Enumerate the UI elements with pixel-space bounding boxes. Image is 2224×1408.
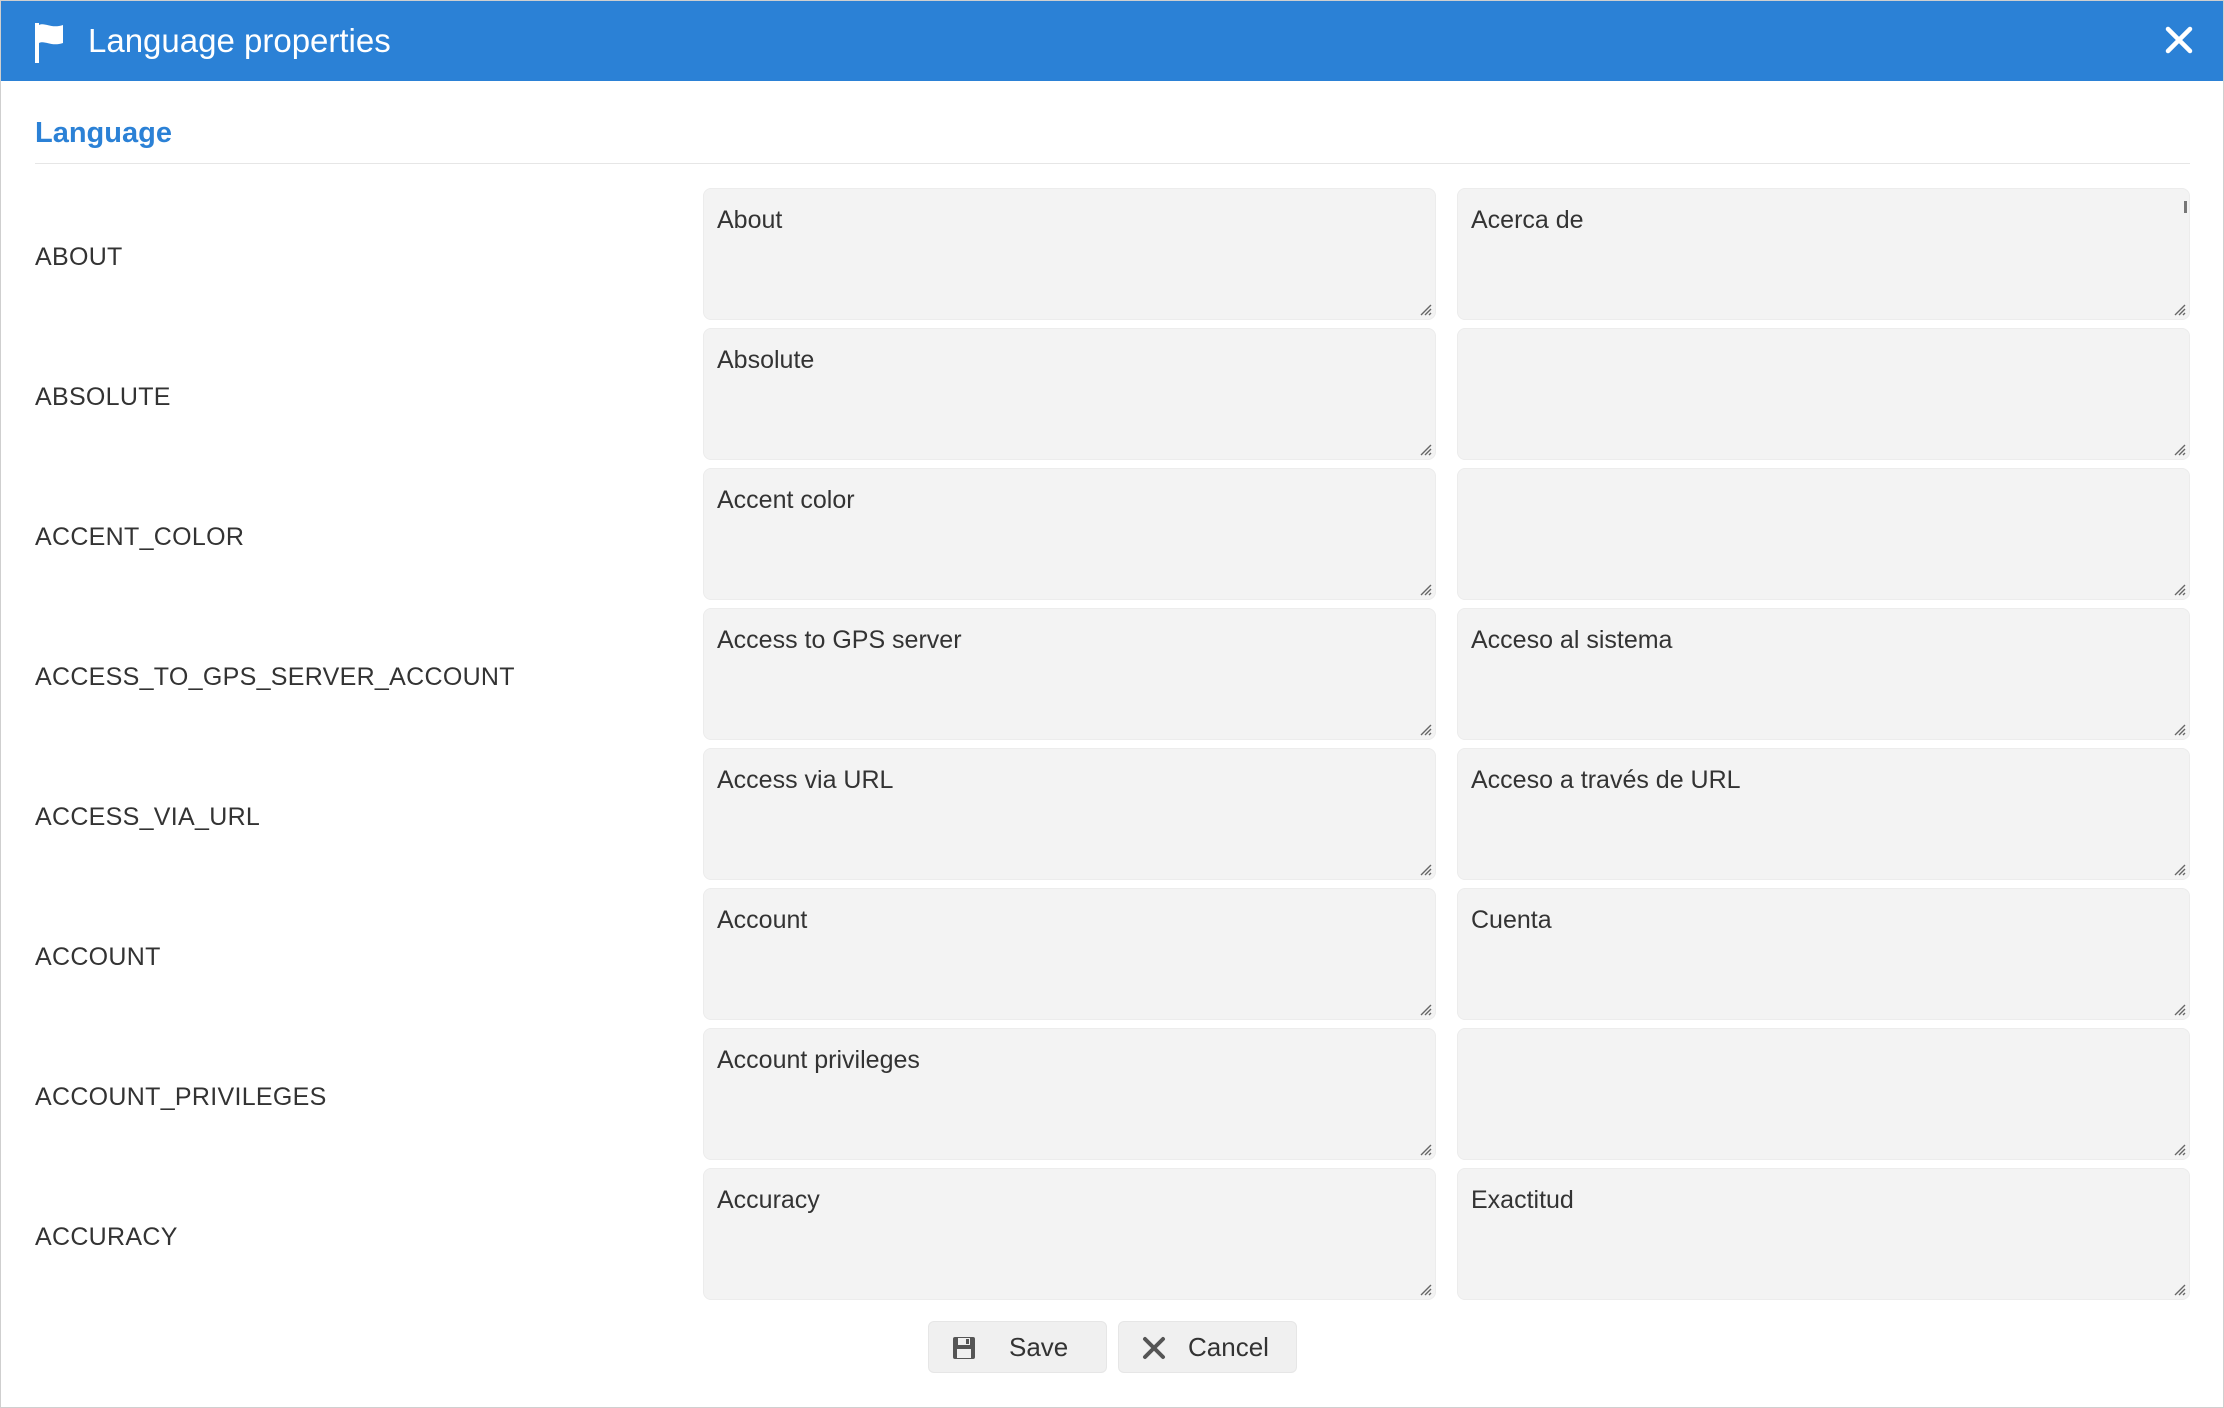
- translation-row: ACCENT_COLOR Accent color: [1, 468, 2223, 608]
- translation-row: ACCOUNT Account Cuenta: [1, 888, 2223, 1028]
- spanish-text-field[interactable]: Exactitud: [1457, 1168, 2190, 1300]
- english-text-field[interactable]: Access via URL: [703, 748, 1436, 880]
- field-value: Acceso a través de URL: [1471, 766, 1741, 794]
- row-key-label: ACCURACY: [35, 1223, 178, 1251]
- scrollbar-indicator[interactable]: [2184, 201, 2187, 213]
- floppy-disk-icon: [953, 1337, 975, 1359]
- field-value: About: [717, 206, 783, 234]
- save-button[interactable]: Save: [928, 1321, 1107, 1373]
- resize-grip-icon[interactable]: [1418, 1282, 1432, 1296]
- cancel-button[interactable]: Cancel: [1118, 1321, 1297, 1373]
- resize-grip-icon[interactable]: [2172, 442, 2186, 456]
- field-value: Exactitud: [1471, 1186, 1574, 1214]
- resize-grip-icon[interactable]: [1418, 1142, 1432, 1156]
- translation-row: ACCOUNT_PRIVILEGES Account privileges: [1, 1028, 2223, 1168]
- resize-grip-icon[interactable]: [2172, 1282, 2186, 1296]
- field-value: Absolute: [717, 346, 815, 374]
- field-value: Cuenta: [1471, 906, 1552, 934]
- row-key-label: ACCESS_VIA_URL: [35, 803, 261, 831]
- row-key-label: ACCOUNT_PRIVILEGES: [35, 1083, 327, 1111]
- language-properties-dialog: Language properties Language ABOUT About A…: [0, 0, 2224, 1408]
- resize-grip-icon[interactable]: [1418, 582, 1432, 596]
- field-value: Access via URL: [717, 766, 894, 794]
- close-icon[interactable]: [2164, 25, 2194, 55]
- field-value: Accent color: [717, 486, 855, 514]
- translation-row: ACCESS_VIA_URL Access via URL Acceso a tra…: [1, 748, 2223, 888]
- resize-grip-icon[interactable]: [1418, 862, 1432, 876]
- resize-grip-icon[interactable]: [1418, 442, 1432, 456]
- spanish-text-field[interactable]: [1457, 1028, 2190, 1160]
- field-value: Access to GPS server: [717, 626, 962, 654]
- resize-grip-icon[interactable]: [1418, 302, 1432, 316]
- row-key-label: ACCOUNT: [35, 943, 161, 971]
- row-key-label: ABSOLUTE: [35, 383, 171, 411]
- resize-grip-icon[interactable]: [2172, 302, 2186, 316]
- dialog-titlebar: Language properties: [1, 1, 2223, 81]
- resize-grip-icon[interactable]: [1418, 722, 1432, 736]
- translation-row: ABSOLUTE Absolute: [1, 328, 2223, 468]
- spanish-text-field[interactable]: Acerca de: [1457, 188, 2190, 320]
- spanish-text-field[interactable]: Acceso a través de URL: [1457, 748, 2190, 880]
- english-text-field[interactable]: Account privileges: [703, 1028, 1436, 1160]
- field-value: Acerca de: [1471, 206, 1584, 234]
- field-value: Acceso al sistema: [1471, 626, 1673, 654]
- row-key-label: ABOUT: [35, 243, 123, 271]
- english-text-field[interactable]: Absolute: [703, 328, 1436, 460]
- section-divider: [35, 163, 2190, 164]
- resize-grip-icon[interactable]: [2172, 1142, 2186, 1156]
- english-text-field[interactable]: Accent color: [703, 468, 1436, 600]
- resize-grip-icon[interactable]: [2172, 582, 2186, 596]
- spanish-text-field[interactable]: [1457, 468, 2190, 600]
- translation-row: ACCURACY Accuracy Exactitud: [1, 1168, 2223, 1308]
- cancel-label: Cancel: [1188, 1332, 1269, 1362]
- resize-grip-icon[interactable]: [2172, 862, 2186, 876]
- field-value: Account privileges: [717, 1046, 920, 1074]
- resize-grip-icon[interactable]: [2172, 1002, 2186, 1016]
- x-icon: [1143, 1337, 1165, 1359]
- spanish-text-field[interactable]: [1457, 328, 2190, 460]
- resize-grip-icon[interactable]: [1418, 1002, 1432, 1016]
- english-text-field[interactable]: Access to GPS server: [703, 608, 1436, 740]
- row-key-label: ACCENT_COLOR: [35, 523, 245, 551]
- english-text-field[interactable]: Account: [703, 888, 1436, 1020]
- translation-row: ABOUT About Acerca de: [1, 188, 2223, 328]
- translation-row: ACCESS_TO_GPS_SERVER_ACCOUNT Access to GP…: [1, 608, 2223, 748]
- flag-icon: [35, 23, 63, 63]
- spanish-text-field[interactable]: Cuenta: [1457, 888, 2190, 1020]
- field-value: Accuracy: [717, 1186, 820, 1214]
- english-text-field[interactable]: Accuracy: [703, 1168, 1436, 1300]
- english-text-field[interactable]: About: [703, 188, 1436, 320]
- row-key-label: ACCESS_TO_GPS_SERVER_ACCOUNT: [35, 663, 515, 691]
- spanish-text-field[interactable]: Acceso al sistema: [1457, 608, 2190, 740]
- section-title: Language: [35, 117, 172, 149]
- resize-grip-icon[interactable]: [2172, 722, 2186, 736]
- field-value: Account: [717, 906, 808, 934]
- dialog-title: Language properties: [88, 22, 391, 59]
- save-label: Save: [1009, 1332, 1069, 1362]
